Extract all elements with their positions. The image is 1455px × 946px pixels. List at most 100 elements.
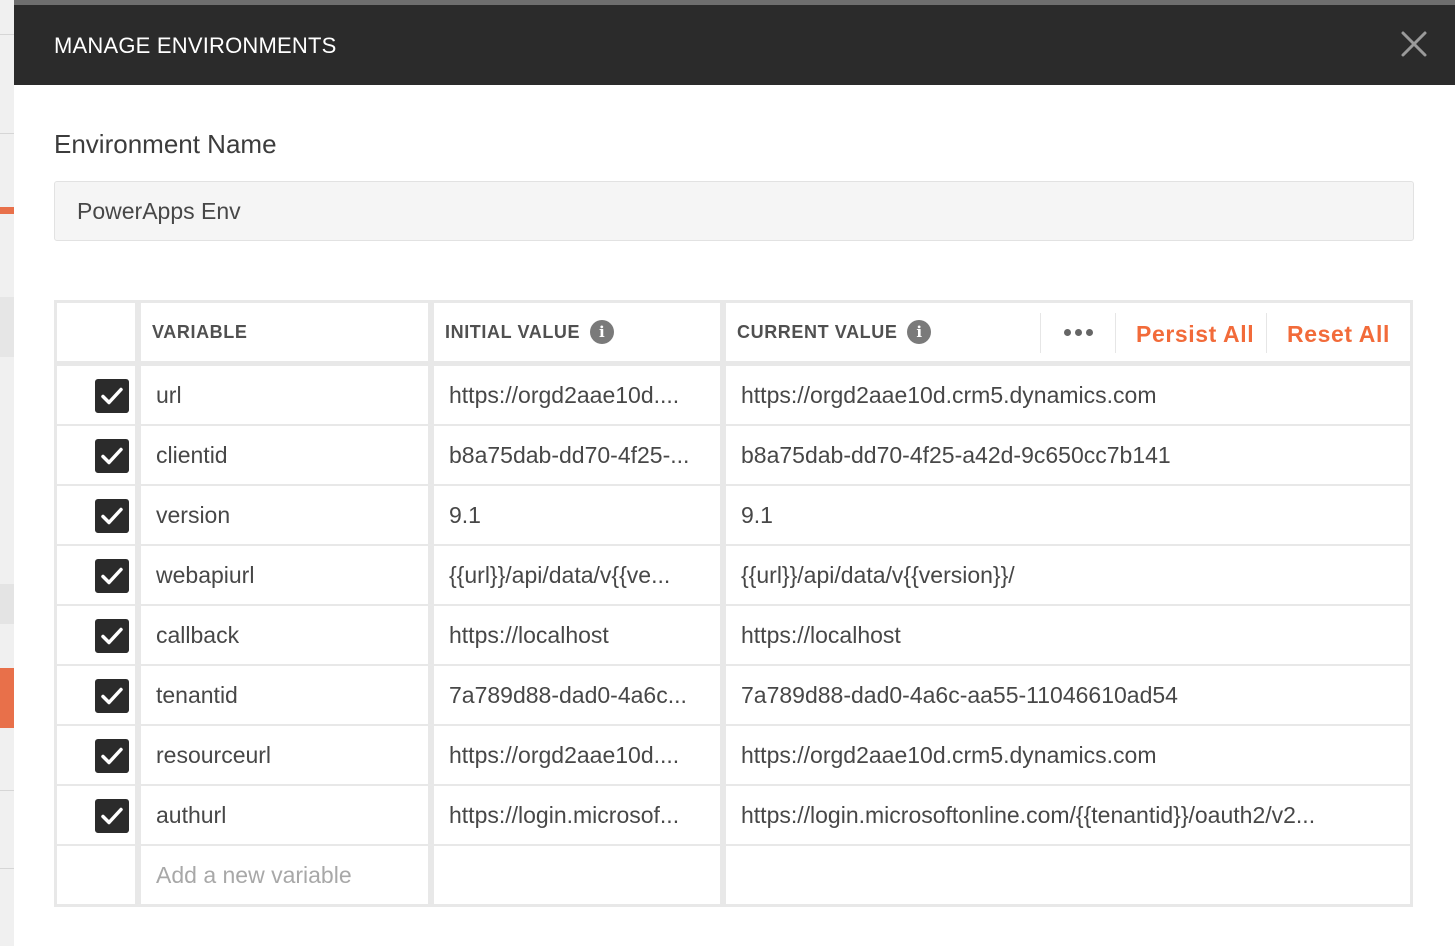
- manage-environments-dialog: MANAGE ENVIRONMENTS Environment Name VAR…: [14, 5, 1455, 946]
- variable-name-cell[interactable]: authurl: [141, 786, 428, 844]
- more-horizontal-icon[interactable]: [1042, 303, 1114, 361]
- row-checkbox-cell: [57, 486, 135, 544]
- initial-value: https://orgd2aae10d....: [449, 741, 680, 768]
- initial-value: https://login.microsof...: [449, 801, 680, 828]
- header-current-value: CURRENT VALUE i Persist All Reset All: [726, 303, 1410, 361]
- check-icon: [101, 687, 123, 705]
- initial-value-cell[interactable]: b8a75dab-dd70-4f25-...: [434, 426, 720, 484]
- variable-name-cell[interactable]: callback: [141, 606, 428, 664]
- variable-enabled-checkbox[interactable]: [95, 619, 129, 653]
- header-checkbox-cell: [57, 303, 135, 361]
- variable-enabled-checkbox[interactable]: [95, 379, 129, 413]
- initial-value-cell[interactable]: https://login.microsof...: [434, 786, 720, 844]
- current-value-cell[interactable]: b8a75dab-dd70-4f25-a42d-9c650cc7b141: [726, 426, 1410, 484]
- current-value-cell[interactable]: https://orgd2aae10d.crm5.dynamics.com: [726, 726, 1410, 784]
- initial-value: https://localhost: [449, 621, 609, 648]
- check-icon: [101, 807, 123, 825]
- row-checkbox-cell: [57, 666, 135, 724]
- reset-all-button[interactable]: Reset All: [1287, 303, 1390, 365]
- variable-name: version: [156, 501, 231, 528]
- dialog-header: MANAGE ENVIRONMENTS: [14, 5, 1455, 85]
- close-icon[interactable]: [1399, 29, 1429, 59]
- variable-name: clientid: [156, 441, 228, 468]
- check-icon: [101, 747, 123, 765]
- info-icon[interactable]: i: [907, 320, 932, 344]
- current-value: https://orgd2aae10d.crm5.dynamics.com: [741, 381, 1157, 408]
- variable-enabled-checkbox[interactable]: [95, 559, 129, 593]
- row-checkbox-cell: [57, 606, 135, 664]
- current-value: https://localhost: [741, 621, 901, 648]
- check-icon: [101, 627, 123, 645]
- row-checkbox-cell: [57, 366, 135, 424]
- row-checkbox-cell: [57, 426, 135, 484]
- current-value-cell[interactable]: 9.1: [726, 486, 1410, 544]
- initial-value: b8a75dab-dd70-4f25-...: [449, 441, 690, 468]
- initial-value: https://orgd2aae10d....: [449, 381, 680, 408]
- initial-value: 7a789d88-dad0-4a6c...: [449, 681, 687, 708]
- add-new-variable-input[interactable]: Add a new variable: [141, 846, 428, 904]
- header-variable: VARIABLE: [141, 303, 428, 361]
- variable-name: tenantid: [156, 681, 238, 708]
- header-initial-value: INITIAL VALUE i: [434, 303, 720, 361]
- variable-name-cell[interactable]: resourceurl: [141, 726, 428, 784]
- check-icon: [101, 567, 123, 585]
- info-icon[interactable]: i: [590, 320, 615, 344]
- initial-value-cell[interactable]: https://localhost: [434, 606, 720, 664]
- header-variable-label: VARIABLE: [152, 321, 248, 342]
- new-current-value-cell[interactable]: [726, 846, 1410, 904]
- environment-name-input[interactable]: [54, 181, 1414, 241]
- variable-enabled-checkbox[interactable]: [95, 679, 129, 713]
- variable-name-cell[interactable]: version: [141, 486, 428, 544]
- variable-enabled-checkbox[interactable]: [95, 499, 129, 533]
- variables-table: VARIABLE INITIAL VALUE i CURRENT VALUE i Pers…: [54, 300, 1413, 907]
- current-value-cell[interactable]: https://orgd2aae10d.crm5.dynamics.com: [726, 366, 1410, 424]
- row-checkbox-cell: [57, 726, 135, 784]
- add-new-variable-placeholder: Add a new variable: [156, 861, 352, 888]
- initial-value-cell[interactable]: {{url}}/api/data/v{{ve...: [434, 546, 720, 604]
- variable-enabled-checkbox[interactable]: [95, 799, 129, 833]
- current-value: 7a789d88-dad0-4a6c-aa55-11046610ad54: [741, 681, 1178, 708]
- variable-enabled-checkbox[interactable]: [95, 439, 129, 473]
- check-icon: [101, 507, 123, 525]
- initial-value-cell[interactable]: https://orgd2aae10d....: [434, 726, 720, 784]
- header-initial-value-label: INITIAL VALUE: [445, 321, 581, 342]
- current-value-cell[interactable]: 7a789d88-dad0-4a6c-aa55-11046610ad54: [726, 666, 1410, 724]
- current-value-cell[interactable]: https://localhost: [726, 606, 1410, 664]
- initial-value-cell[interactable]: 9.1: [434, 486, 720, 544]
- current-value: https://orgd2aae10d.crm5.dynamics.com: [741, 741, 1157, 768]
- current-value-cell[interactable]: {{url}}/api/data/v{{version}}/: [726, 546, 1410, 604]
- variable-name: authurl: [156, 801, 227, 828]
- variable-name: webapiurl: [156, 561, 255, 588]
- current-value: https://login.microsoftonline.com/{{tena…: [741, 801, 1316, 828]
- divider: [1040, 313, 1041, 353]
- divider: [1115, 313, 1116, 353]
- check-icon: [101, 387, 123, 405]
- variable-name: resourceurl: [156, 741, 272, 768]
- environment-name-label: Environment Name: [54, 129, 277, 159]
- dialog-title: MANAGE ENVIRONMENTS: [54, 33, 337, 58]
- current-value: 9.1: [741, 501, 773, 528]
- initial-value-cell[interactable]: 7a789d88-dad0-4a6c...: [434, 666, 720, 724]
- variable-name-cell[interactable]: webapiurl: [141, 546, 428, 604]
- background-app: [0, 0, 14, 946]
- initial-value: 9.1: [449, 501, 481, 528]
- initial-value-cell[interactable]: https://orgd2aae10d....: [434, 366, 720, 424]
- initial-value: {{url}}/api/data/v{{ve...: [449, 561, 671, 588]
- divider: [1266, 313, 1267, 353]
- new-initial-value-cell[interactable]: [434, 846, 720, 904]
- check-icon: [101, 447, 123, 465]
- current-value: {{url}}/api/data/v{{version}}/: [741, 561, 1015, 588]
- variable-name: url: [156, 381, 182, 408]
- header-current-value-label: CURRENT VALUE: [737, 321, 898, 342]
- new-row-checkbox-cell: [57, 846, 135, 904]
- variable-enabled-checkbox[interactable]: [95, 739, 129, 773]
- variable-name-cell[interactable]: url: [141, 366, 428, 424]
- current-value-cell[interactable]: https://login.microsoftonline.com/{{tena…: [726, 786, 1410, 844]
- variable-name-cell[interactable]: clientid: [141, 426, 428, 484]
- persist-all-button[interactable]: Persist All: [1136, 303, 1254, 365]
- current-value: b8a75dab-dd70-4f25-a42d-9c650cc7b141: [741, 441, 1171, 468]
- row-checkbox-cell: [57, 786, 135, 844]
- variable-name-cell[interactable]: tenantid: [141, 666, 428, 724]
- row-checkbox-cell: [57, 546, 135, 604]
- variable-name: callback: [156, 621, 240, 648]
